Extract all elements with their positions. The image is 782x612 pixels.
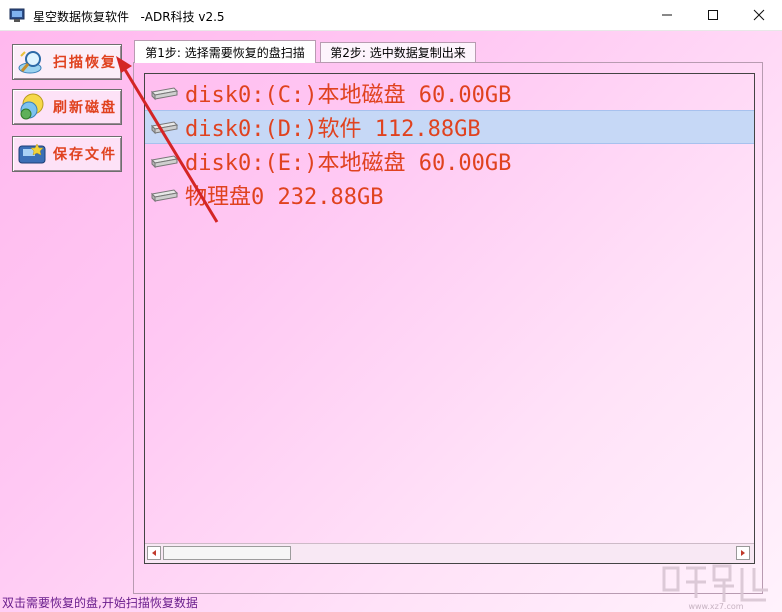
magnifier-disk-icon — [18, 51, 42, 74]
disk-label: 物理盘0 232.88GB — [185, 185, 384, 210]
hard-drive-icon — [150, 155, 179, 169]
minimize-icon — [662, 14, 672, 16]
window-title: 星空数据恢复软件 -ADR科技 v2.5 — [33, 10, 225, 24]
scan-recover-label: 扫描恢复 — [53, 55, 117, 71]
maximize-icon — [708, 10, 718, 20]
app-icon — [9, 8, 25, 22]
disk-item-d[interactable]: disk0:(D:)软件 112.88GB — [145, 110, 754, 144]
minimize-button[interactable] — [644, 0, 690, 30]
scroll-right-button[interactable] — [736, 546, 750, 560]
save-disk-icon — [18, 143, 46, 164]
hard-drive-icon — [150, 189, 179, 203]
close-icon — [753, 9, 765, 21]
close-button[interactable] — [736, 0, 782, 30]
disk-list[interactable]: disk0:(C:)本地磁盘 60.00GB disk0:(D:)软件 112.… — [144, 73, 755, 564]
client-area: 扫描恢复 刷新磁盘 保存文件 第1步: 选择需要恢复的盘扫描 第2步: 选中数据… — [0, 31, 782, 612]
tab-step2[interactable]: 第2步: 选中数据复制出来 — [320, 42, 476, 62]
hard-drive-icon — [150, 121, 179, 135]
status-text: 双击需要恢复的盘,开始扫描恢复数据 — [2, 596, 198, 610]
disk-item-e[interactable]: disk0:(E:)本地磁盘 60.00GB — [145, 144, 754, 178]
disk-label: disk0:(D:)软件 112.88GB — [185, 117, 481, 142]
refresh-disk-label: 刷新磁盘 — [53, 100, 117, 116]
watermark-logo: www.xz7.com — [662, 564, 768, 611]
scan-recover-button[interactable]: 扫描恢复 — [12, 44, 122, 80]
scroll-left-button[interactable] — [147, 546, 161, 560]
refresh-balls-icon — [20, 93, 44, 120]
tab-step1[interactable]: 第1步: 选择需要恢复的盘扫描 — [134, 40, 316, 63]
scroll-thumb[interactable] — [163, 546, 291, 560]
save-file-button[interactable]: 保存文件 — [12, 136, 122, 172]
arrow-right-icon — [741, 550, 745, 556]
refresh-disk-button[interactable]: 刷新磁盘 — [12, 89, 122, 125]
disk-label: disk0:(C:)本地磁盘 60.00GB — [185, 83, 512, 108]
disk-item-c[interactable]: disk0:(C:)本地磁盘 60.00GB — [145, 76, 754, 110]
hard-drive-icon — [150, 87, 179, 101]
maximize-button[interactable] — [690, 0, 736, 30]
disk-item-physical0[interactable]: 物理盘0 232.88GB — [145, 178, 754, 212]
save-file-label: 保存文件 — [53, 147, 117, 163]
arrow-left-icon — [152, 550, 156, 556]
svg-text:www.xz7.com: www.xz7.com — [688, 602, 743, 611]
title-bar: 星空数据恢复软件 -ADR科技 v2.5 — [0, 0, 782, 31]
disk-label: disk0:(E:)本地磁盘 60.00GB — [185, 151, 512, 176]
